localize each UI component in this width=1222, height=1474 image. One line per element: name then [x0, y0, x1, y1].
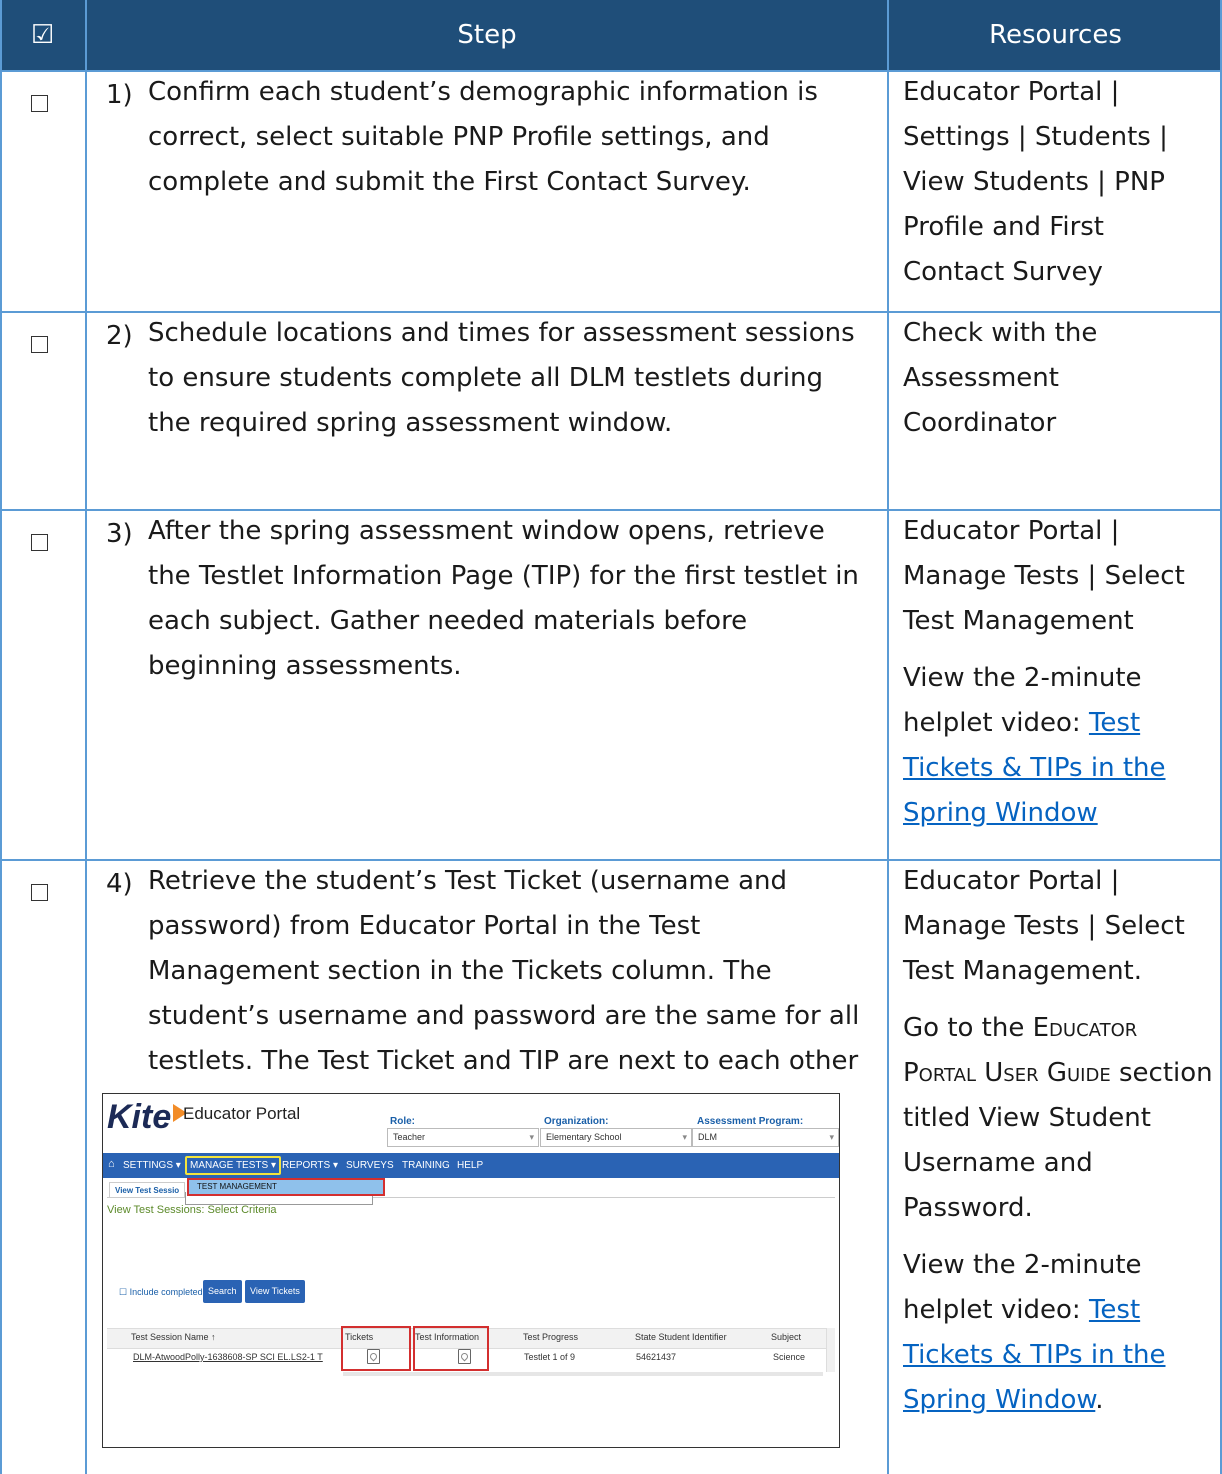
- step-number: 1): [106, 80, 133, 110]
- step-checkbox[interactable]: [31, 336, 48, 353]
- header-step-label: Step: [457, 20, 517, 50]
- resources-video-note: View the 2-minute helplet video: Test Ti…: [903, 1243, 1213, 1423]
- horizontal-scrollbar[interactable]: [343, 1372, 823, 1376]
- organization-label: Organization:: [544, 1116, 609, 1127]
- vertical-scrollbar[interactable]: [826, 1328, 835, 1372]
- step-text: Confirm each student’s demographic infor…: [148, 77, 818, 197]
- criteria-heading: View Test Sessions: Select Criteria: [107, 1204, 277, 1216]
- step-text: After the spring assessment window opens…: [148, 516, 859, 681]
- header-check-cell: ☑: [0, 0, 85, 70]
- header-check-icon: ☑: [30, 20, 55, 50]
- assessment-program-select[interactable]: DLM: [692, 1128, 839, 1147]
- resources-cell: Educator Portal | Settings | Students | …: [903, 70, 1213, 295]
- header-resources-label: Resources: [989, 20, 1122, 50]
- guide-note-prefix: Go to the: [903, 1013, 1033, 1043]
- nav-manage-tests[interactable]: MANAGE TESTS ▾: [185, 1156, 281, 1175]
- video-note-suffix: .: [1095, 1385, 1104, 1415]
- resources-text: Check with the Assessment Coordinator: [903, 318, 1098, 438]
- resources-video-note: View the 2-minute helplet video: Test Ti…: [903, 656, 1213, 836]
- nav-help[interactable]: HELP: [457, 1160, 483, 1171]
- tickets-column-highlight: [341, 1326, 411, 1371]
- checklist-table: ☑ Step Resources 1) Confirm each student…: [0, 0, 1222, 1474]
- view-test-sessions-tab[interactable]: View Test Sessio: [109, 1182, 186, 1198]
- step-checkbox[interactable]: [31, 534, 48, 551]
- step-checkbox[interactable]: [31, 884, 48, 901]
- step-number: 3): [106, 519, 133, 549]
- resources-text: Educator Portal | Manage Tests | Select …: [903, 866, 1185, 986]
- test-session-link[interactable]: DLM-AtwoodPolly-1638608-SP SCI EL.LS2-1 …: [133, 1352, 323, 1362]
- include-completed-checkbox[interactable]: ☐ Include completed: [119, 1287, 203, 1298]
- resources-cell: Educator Portal | Manage Tests | Select …: [903, 859, 1213, 1423]
- header-step-cell: Step: [87, 0, 887, 70]
- resources-cell: Educator Portal | Manage Tests | Select …: [903, 509, 1213, 836]
- menu-item-test-management[interactable]: TEST MANAGEMENT: [187, 1178, 385, 1196]
- grid-line: [0, 0, 2, 1474]
- search-button[interactable]: Search: [203, 1280, 242, 1303]
- subject-value: Science: [773, 1352, 806, 1362]
- step-checkbox[interactable]: [31, 95, 48, 112]
- resources-text: Educator Portal | Settings | Students | …: [903, 77, 1168, 287]
- step-text: Schedule locations and times for assessm…: [148, 318, 855, 438]
- nav-reports[interactable]: REPORTS ▾: [282, 1160, 338, 1171]
- nav-training[interactable]: TRAINING: [402, 1160, 450, 1171]
- test-information-column-highlight: [413, 1326, 489, 1371]
- test-progress-value: Testlet 1 of 9: [524, 1352, 576, 1362]
- column-header-subject[interactable]: Subject: [771, 1332, 801, 1342]
- resources-text: Educator Portal | Manage Tests | Select …: [903, 516, 1185, 636]
- step-number: 4): [106, 869, 133, 899]
- assessment-program-label: Assessment Program:: [697, 1116, 804, 1127]
- ssid-value: 54621437: [636, 1352, 677, 1362]
- step-number: 2): [106, 321, 133, 351]
- column-header-test-progress[interactable]: Test Progress: [523, 1332, 578, 1342]
- nav-surveys[interactable]: SURVEYS: [346, 1160, 394, 1171]
- header-resources-cell: Resources: [889, 0, 1222, 70]
- role-select[interactable]: Teacher: [387, 1128, 539, 1147]
- main-nav: ⌂ SETTINGS ▾ MANAGE TESTS ▾ REPORTS ▾ SU…: [103, 1153, 839, 1178]
- column-header-ssid[interactable]: State Student Identifier: [635, 1332, 727, 1342]
- organization-select[interactable]: Elementary School: [540, 1128, 692, 1147]
- grid-line: [85, 0, 87, 1474]
- step-text: Retrieve the student’s Test Ticket (user…: [148, 866, 860, 1121]
- nav-settings[interactable]: SETTINGS ▾: [123, 1160, 181, 1171]
- view-tickets-button[interactable]: View Tickets: [245, 1280, 305, 1303]
- role-label: Role:: [390, 1116, 415, 1127]
- grid-line: [887, 0, 889, 1474]
- kite-logo: Kite: [107, 1098, 172, 1136]
- educator-portal-screenshot: Kite Educator Portal Role: Teacher Organ…: [102, 1093, 840, 1448]
- column-header-session-name[interactable]: Test Session Name ↑: [131, 1332, 216, 1342]
- portal-title: Educator Portal: [183, 1104, 301, 1123]
- resources-cell: Check with the Assessment Coordinator: [903, 311, 1213, 446]
- home-icon[interactable]: ⌂: [108, 1158, 115, 1170]
- resources-guide-note: Go to the Educator Portal User Guide sec…: [903, 1006, 1213, 1231]
